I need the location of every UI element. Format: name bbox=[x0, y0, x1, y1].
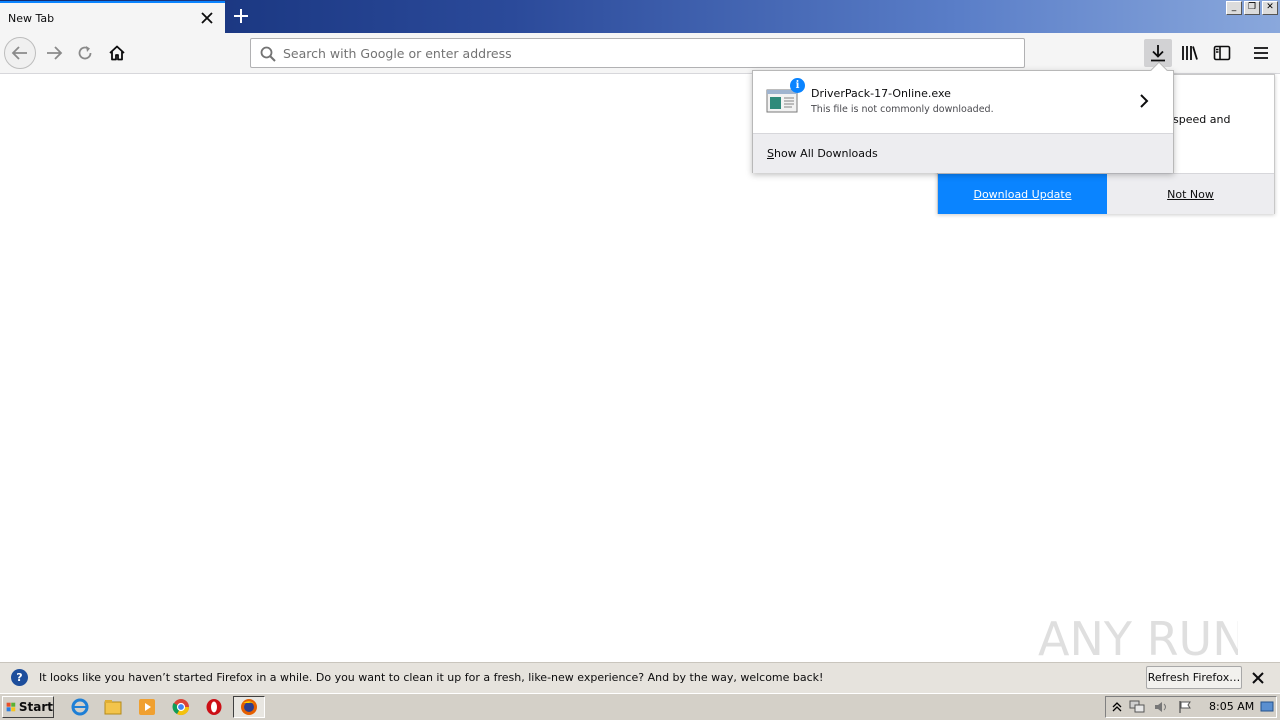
address-bar[interactable] bbox=[250, 38, 1025, 68]
close-tab-icon[interactable] bbox=[199, 10, 215, 26]
forward-arrow-icon bbox=[47, 46, 63, 60]
sidebar-button[interactable] bbox=[1208, 39, 1236, 67]
hamburger-menu-icon bbox=[1254, 47, 1268, 59]
start-label: Start bbox=[18, 700, 53, 714]
search-icon bbox=[260, 46, 276, 62]
hamburger-menu-button[interactable] bbox=[1247, 39, 1275, 67]
reload-button[interactable] bbox=[69, 37, 101, 69]
opera-icon[interactable] bbox=[204, 697, 224, 717]
downloads-panel: i DriverPack-17-Online.exe This file is … bbox=[752, 61, 1174, 173]
system-tray: 8:05 AM bbox=[1105, 696, 1277, 718]
update-actions: Download Update Not Now bbox=[938, 173, 1274, 214]
download-file-status: This file is not commonly downloaded. bbox=[811, 104, 994, 115]
show-desktop-icon[interactable] bbox=[1258, 699, 1276, 715]
new-tab-plus-icon[interactable] bbox=[230, 5, 252, 27]
download-file-name: DriverPack-17-Online.exe bbox=[811, 87, 951, 100]
sidebar-icon bbox=[1213, 45, 1231, 61]
network-icon[interactable] bbox=[1128, 699, 1146, 715]
notification-message: It looks like you haven’t started Firefo… bbox=[39, 671, 824, 684]
tab-title: New Tab bbox=[8, 12, 55, 25]
restore-button[interactable]: ❐ bbox=[1244, 1, 1260, 15]
windows-taskbar: Start 8:05 AM bbox=[0, 693, 1280, 720]
firefox-taskbar-icon[interactable] bbox=[233, 696, 265, 718]
chevron-right-icon[interactable] bbox=[1136, 93, 1152, 109]
not-now-button[interactable]: Not Now bbox=[1107, 174, 1274, 214]
navigation-toolbar bbox=[0, 33, 1280, 74]
library-icon bbox=[1182, 46, 1198, 60]
internet-explorer-icon[interactable] bbox=[70, 697, 90, 717]
download-arrow-icon bbox=[1151, 45, 1165, 62]
show-hidden-icons-icon[interactable] bbox=[1108, 699, 1126, 715]
anyrun-watermark-logo: ANY RUN bbox=[1038, 612, 1238, 666]
system-clock: 8:05 AM bbox=[1209, 700, 1255, 713]
tab-strip: New Tab _ ❐ ✕ bbox=[0, 0, 1280, 33]
windows-logo-icon bbox=[6, 702, 16, 712]
library-button[interactable] bbox=[1176, 39, 1204, 67]
url-input[interactable] bbox=[283, 44, 1013, 62]
show-all-downloads-label: Show All Downloads bbox=[767, 147, 878, 160]
home-icon bbox=[109, 45, 125, 61]
file-explorer-icon[interactable] bbox=[103, 697, 123, 717]
media-player-icon[interactable] bbox=[137, 697, 157, 717]
update-message-fragment: speed and bbox=[1173, 113, 1231, 126]
info-icon: i bbox=[790, 78, 805, 93]
show-all-downloads-button[interactable]: Show All Downloads bbox=[753, 133, 1173, 173]
back-button[interactable] bbox=[4, 37, 36, 69]
tab-new-tab[interactable]: New Tab bbox=[0, 1, 225, 33]
volume-icon[interactable] bbox=[1152, 699, 1170, 715]
close-icon[interactable] bbox=[1250, 670, 1266, 686]
home-button[interactable] bbox=[101, 37, 133, 69]
back-arrow-icon bbox=[11, 46, 27, 60]
refresh-notification-bar: ? It looks like you haven’t started Fire… bbox=[0, 662, 1280, 693]
question-icon: ? bbox=[11, 669, 28, 686]
refresh-firefox-button[interactable]: Refresh Firefox… bbox=[1146, 666, 1242, 689]
svg-text:ANY RUN: ANY RUN bbox=[1038, 612, 1238, 666]
chrome-icon[interactable] bbox=[171, 697, 191, 717]
action-center-flag-icon[interactable] bbox=[1176, 699, 1194, 715]
start-button[interactable]: Start bbox=[2, 696, 54, 718]
minimize-button[interactable]: _ bbox=[1226, 1, 1242, 15]
download-update-button[interactable]: Download Update bbox=[938, 174, 1107, 214]
close-window-button[interactable]: ✕ bbox=[1262, 1, 1278, 15]
window-controls: _ ❐ ✕ bbox=[1226, 1, 1278, 15]
download-item[interactable]: i DriverPack-17-Online.exe This file is … bbox=[753, 71, 1173, 133]
reload-icon bbox=[78, 46, 92, 60]
forward-button[interactable] bbox=[38, 37, 70, 69]
